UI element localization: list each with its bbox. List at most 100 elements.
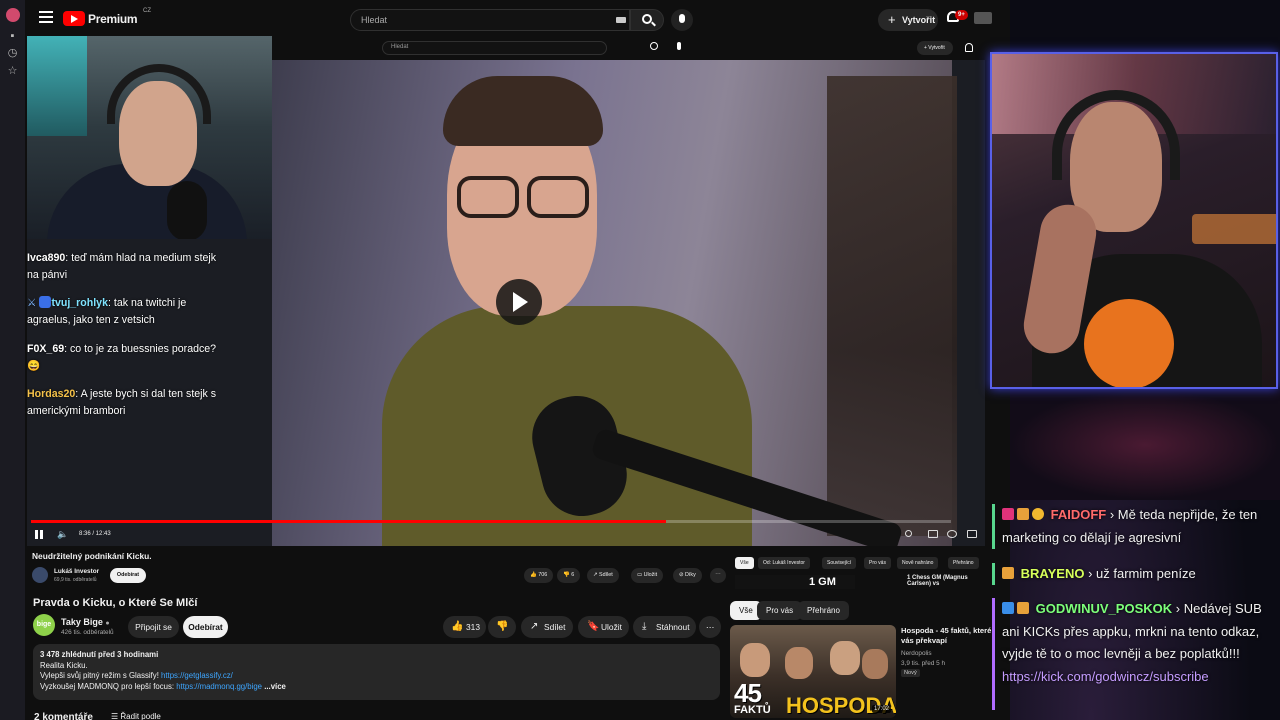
glasses-left (457, 176, 519, 218)
related-thumbnail[interactable]: 45 FAKTŮ HOSPODA 17:02 (730, 625, 896, 718)
inner-thanks-button: ⊘ Díky (673, 568, 702, 583)
inner-channel-avatar (32, 567, 48, 583)
chat-link[interactable]: https://kick.com/godwincz/subscribe (1002, 669, 1209, 684)
voice-search-button[interactable] (671, 9, 693, 31)
inner-rec-thumbnail: 1 GM (735, 575, 855, 589)
inner-search-placeholder: Hledat (391, 44, 409, 50)
inner-search-icon (650, 42, 658, 50)
share-label: Sdílet (544, 622, 566, 632)
streamer-webcam (27, 36, 272, 239)
chat-username: Hordas20 (27, 388, 76, 400)
related-title[interactable]: Hospoda - 45 faktů, které vás překvapí (901, 626, 993, 646)
inner-chip: Od: Lukáš Investor (758, 557, 810, 569)
bookmark-add-icon: 🔖 (587, 621, 600, 632)
search-button[interactable] (630, 9, 664, 31)
stream-chat-right: FAIDOFF › Mě teda nepřijde, že ten marke… (992, 500, 1280, 720)
inner-create-label: + Vytvořit (924, 45, 945, 51)
video-background-shelf (827, 76, 957, 536)
level-badge-icon (1032, 508, 1044, 520)
thumbnail-person (785, 647, 813, 679)
menu-icon[interactable] (39, 11, 53, 25)
save-button[interactable]: 🔖 Uložit (578, 616, 629, 638)
thumbnail-person (740, 643, 770, 677)
browser-logo-icon[interactable] (6, 8, 20, 22)
video-description[interactable]: 3 478 zhlédnutí před 3 hodinami Realita … (33, 644, 720, 700)
related-channel[interactable]: Nerdopolis (901, 650, 932, 657)
inner-like-count: 706 (538, 572, 548, 578)
inner-microphone-icon (677, 42, 681, 50)
show-more-button[interactable]: ...více (264, 682, 286, 691)
chat-username: F0X_69 (27, 343, 65, 355)
related-meta: 3,9 tis. před 5 h (901, 660, 946, 667)
autoplay-icon[interactable] (905, 530, 912, 537)
chat-message: Ivca890: teď mám hlad na medium stejk na… (27, 252, 217, 281)
more-actions-button[interactable]: ⋯ (699, 616, 721, 638)
sub-badge-icon (1017, 508, 1029, 520)
youtube-logo-icon[interactable] (63, 11, 85, 26)
inner-channel-subs: 69,9 tis. odběratelů (54, 577, 97, 583)
account-avatar[interactable] (974, 12, 992, 24)
chat-username: BRAYENO (1020, 566, 1085, 581)
inner-search-input: Hledat (382, 41, 607, 55)
search-icon (642, 14, 652, 24)
progress-fill (31, 520, 666, 523)
save-label: Uložit (601, 622, 622, 632)
volume-icon[interactable]: 🔈 (57, 529, 68, 539)
channel-avatar[interactable]: bige (33, 614, 55, 636)
download-icon: ⤓ (642, 621, 647, 632)
channel-name[interactable]: Taky Bige ● (61, 617, 110, 627)
join-button[interactable]: Připojit se (128, 616, 179, 638)
chat-accent-bar (992, 563, 995, 585)
video-player[interactable]: Hledat + Vytvořit Ivca890: teď mám hlad … (27, 36, 985, 546)
description-link[interactable]: https://madmonq.gg/bige (176, 682, 262, 691)
streamer-microphone (167, 181, 207, 239)
subtitles-icon[interactable] (928, 530, 938, 538)
history-icon[interactable]: ◷ (6, 47, 19, 60)
inner-dislike-count: 6 (571, 572, 575, 578)
settings-icon[interactable] (947, 530, 957, 538)
share-button[interactable]: ↗ Sdílet (521, 616, 573, 638)
dislike-button[interactable]: 👎 (488, 616, 516, 638)
thumbnail-person (830, 641, 860, 675)
chat-message: GODWINUV_POSKOK › Nedávej SUB ani KICKs … (992, 598, 1280, 710)
inner-chip: Související (822, 557, 857, 569)
sort-label: Řadit podle (120, 712, 161, 720)
inner-recommendation: 1 GM 1 Chess GM (Magnus Carlsen) vs (735, 575, 985, 589)
search-input[interactable]: Hledat (350, 9, 630, 31)
youtube-brand[interactable]: Premium (88, 12, 138, 26)
description-line: Vylepši svůj pitný režim s Glassify! htt… (40, 671, 713, 682)
download-button[interactable]: ⤓ Stáhnout (633, 616, 696, 638)
video-duration: 17:02 (872, 705, 892, 713)
create-label: Vytvořit (902, 15, 936, 25)
progress-bar[interactable] (31, 520, 951, 523)
inner-create-button: + Vytvořit (917, 41, 953, 55)
chat-username: GODWINUV_POSKOK (1035, 601, 1173, 616)
thumbs-up-icon: 👍 (451, 621, 464, 632)
guest-webcam (990, 52, 1278, 389)
star-icon[interactable]: ☆ (6, 65, 19, 78)
comments-count: 2 komentáře (34, 712, 93, 720)
chat-message: ⚔ tvuj_rohlyk: tak na twitchi je agraelu… (27, 296, 187, 326)
keyboard-icon[interactable] (616, 17, 626, 23)
chat-username: FAIDOFF (1050, 507, 1107, 522)
like-button[interactable]: 👍 313 (443, 616, 486, 638)
notification-badge: 9+ (955, 10, 968, 20)
pause-icon[interactable] (35, 530, 43, 539)
sort-icon: ☰ (111, 712, 119, 720)
theater-icon[interactable] (967, 530, 977, 538)
inner-video-title: Neudržitelný podnikání Kicku. (32, 551, 152, 561)
verified-icon: ● (105, 620, 110, 627)
inner-rec-thumb-text: 1 GM (809, 576, 836, 588)
related-chip-watched[interactable]: Přehráno (798, 601, 849, 620)
sort-button[interactable]: ☰ Řadit podle (111, 712, 161, 720)
description-link[interactable]: https://getglassify.cz/ (161, 671, 233, 680)
badge-icon (39, 296, 52, 308)
create-button[interactable]: + Vytvořit (878, 9, 938, 31)
region-code: CZ (143, 8, 151, 14)
description-line: Vyzkoušej MADMONQ pro lepší focus: https… (40, 682, 713, 693)
related-chip-for-you[interactable]: Pro vás (757, 601, 803, 620)
subscribe-button[interactable]: Odebírat (183, 616, 228, 638)
play-button[interactable] (496, 279, 542, 325)
new-badge: Nový (901, 669, 920, 677)
bookmark-icon[interactable]: ▪ (6, 30, 19, 43)
